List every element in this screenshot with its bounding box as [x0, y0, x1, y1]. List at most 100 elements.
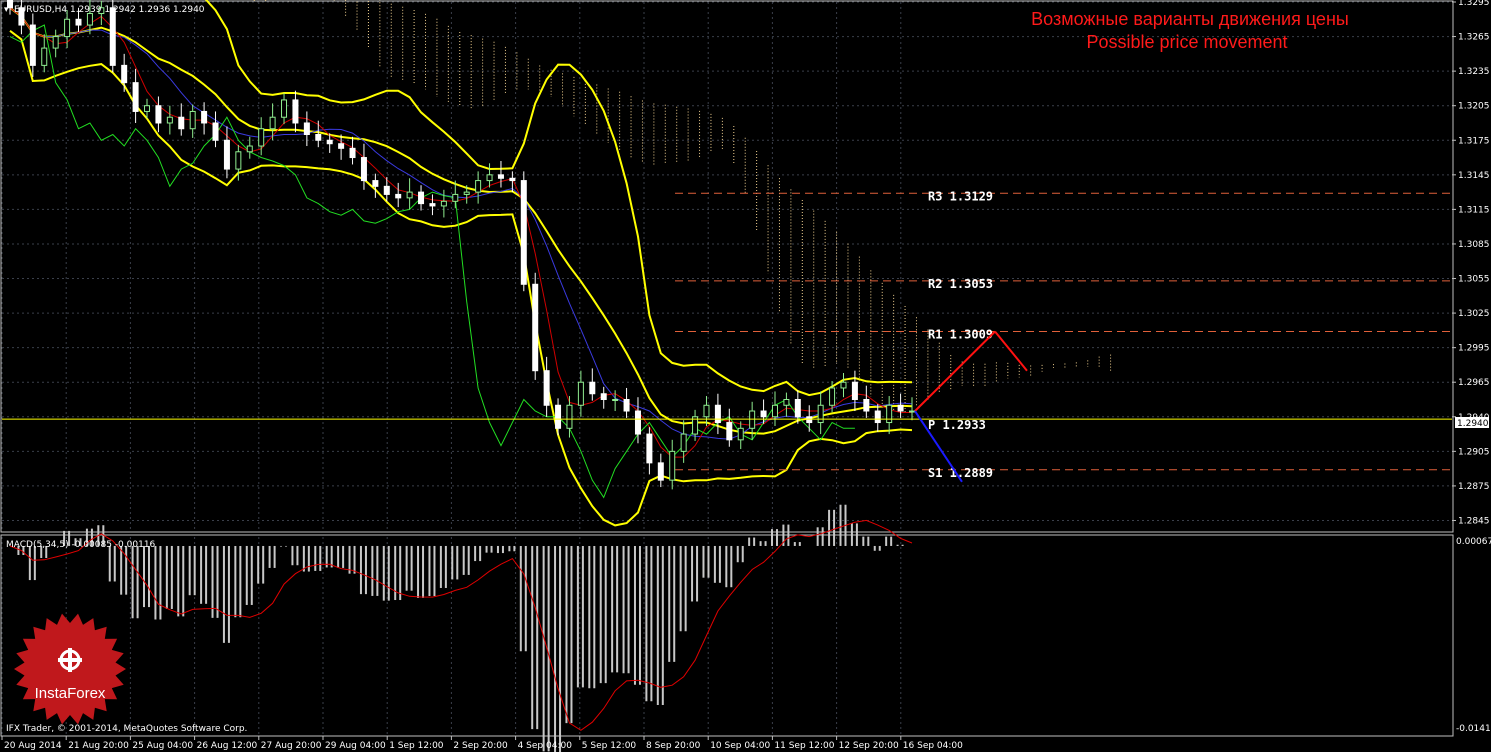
bear-candle — [543, 370, 550, 406]
time-axis: 20 Aug 2014 21 Aug 20:00 25 Aug 04:00 26 Au… — [1, 736, 963, 751]
candles — [7, 0, 915, 490]
bull-candle — [749, 410, 756, 429]
bear-candle — [212, 122, 219, 141]
bear-candle — [29, 24, 36, 66]
bull-candle — [737, 427, 744, 441]
forecast-arrows — [914, 330, 1028, 483]
bear-candle — [349, 147, 356, 159]
bull-candle — [269, 116, 276, 130]
x-tick-label: 10 Sep 04:00 — [710, 741, 770, 751]
bear-candle — [555, 404, 562, 429]
bull-candle — [669, 450, 676, 481]
bear-candle — [292, 99, 299, 124]
bull-candle — [612, 399, 619, 401]
bear-candle — [657, 462, 664, 481]
bear-candle — [315, 134, 322, 141]
bear-candle — [109, 7, 116, 66]
forecast-up-return-line — [994, 330, 1028, 372]
bear-candle — [874, 410, 881, 424]
x-tick-label: 4 Sep 04:00 — [518, 741, 573, 751]
bear-candle — [132, 82, 139, 112]
y-tick-label: 1.3115 — [1458, 205, 1490, 215]
bull-candle — [281, 99, 288, 118]
collapse-arrow-icon[interactable]: ▾ — [4, 5, 9, 15]
y-tick-label: 1.3085 — [1458, 240, 1490, 250]
bear-candle — [714, 404, 721, 424]
bull-candle — [577, 381, 584, 406]
bear-candle — [863, 399, 870, 412]
bull-candle — [783, 399, 790, 406]
bear-candle — [646, 433, 653, 464]
pivot-label-r2: R2 1.3053 — [928, 277, 993, 291]
y-tick-label: 1.2905 — [1458, 447, 1490, 457]
macd-top-label: 0.00067 — [1456, 537, 1491, 547]
bull-candle — [258, 128, 265, 147]
bear-candle — [418, 191, 425, 205]
bear-candle — [623, 399, 630, 412]
y-tick-label: 1.3265 — [1458, 33, 1490, 43]
y-tick-label: 1.3295 — [1458, 0, 1490, 8]
grid — [1, 1, 1452, 735]
bull-candle — [189, 110, 196, 130]
bear-candle — [726, 422, 733, 441]
bull-candle — [166, 116, 173, 124]
y-tick-label: 1.3025 — [1458, 309, 1490, 319]
y-tick-label: 1.3055 — [1458, 275, 1490, 285]
pivot-label-r3: R3 1.3129 — [928, 189, 993, 203]
bollinger-lower — [9, 30, 913, 527]
pivot-label-r1: R1 1.3009 — [928, 328, 993, 342]
annotation-en: Possible price movement — [1086, 32, 1287, 52]
bear-candle — [223, 139, 230, 170]
bull-candle — [771, 404, 778, 418]
x-tick-label: 29 Aug 04:00 — [325, 741, 386, 751]
bear-candle — [497, 174, 504, 179]
bull-candle — [566, 404, 573, 429]
bear-candle — [520, 180, 527, 285]
bull-candle — [829, 387, 836, 406]
bear-candle — [794, 399, 801, 418]
x-tick-label: 25 Aug 04:00 — [132, 741, 193, 751]
y-tick-label: 1.2965 — [1458, 378, 1490, 388]
bear-candle — [360, 157, 367, 182]
price-axis: 1.3295 1.3265 1.3235 1.3205 1.3175 1.3145 1.31… — [1452, 0, 1490, 526]
pivot-label-p: P 1.2933 — [928, 418, 986, 432]
y-tick-label: 1.3145 — [1458, 171, 1490, 181]
indicator-lines — [9, 0, 913, 527]
bull-candle — [52, 36, 59, 49]
x-tick-label: 5 Sep 12:00 — [582, 741, 637, 751]
bear-candle — [589, 381, 596, 395]
x-tick-label: 2 Sep 20:00 — [453, 741, 508, 751]
bear-candle — [338, 143, 345, 149]
chart-canvas: R3 1.3129 R2 1.3053 R1 1.3009 P 1.2933 S1 1.… — [0, 0, 1491, 752]
logo-text: InstaForex — [35, 685, 106, 702]
bull-candle — [86, 13, 93, 26]
bear-candle — [75, 18, 82, 26]
chart-window: R3 1.3129 R2 1.3053 R1 1.3009 P 1.2933 S1 1.… — [0, 0, 1491, 752]
main-panel-frame — [0, 0, 1454, 533]
bear-candle — [303, 122, 310, 136]
bear-candle — [600, 393, 607, 401]
macd-signal-line — [9, 519, 913, 731]
bull-candle — [475, 180, 482, 193]
x-tick-label: 20 Aug 2014 — [4, 741, 62, 751]
bear-candle — [806, 416, 813, 424]
y-tick-label: 1.2845 — [1458, 516, 1490, 526]
bear-candle — [395, 193, 402, 199]
bear-candle — [509, 177, 516, 182]
bear-candle — [372, 180, 379, 187]
bear-candle — [760, 410, 767, 418]
bear-candle — [155, 105, 162, 124]
bull-candle — [840, 381, 847, 389]
y-tick-label: 1.3175 — [1458, 136, 1490, 146]
x-tick-label: 27 Aug 20:00 — [261, 741, 322, 751]
bull-candle — [909, 410, 915, 413]
bear-candle — [178, 116, 185, 130]
macd-bottom-label: -0.01413 — [1456, 724, 1491, 734]
bull-candle — [41, 47, 48, 66]
bear-candle — [532, 283, 539, 372]
bear-candle — [383, 185, 390, 195]
x-tick-label: 16 Sep 04:00 — [903, 741, 963, 751]
tenkan-line — [9, 7, 912, 458]
bull-candle — [406, 191, 413, 199]
x-tick-label: 12 Sep 20:00 — [839, 741, 899, 751]
